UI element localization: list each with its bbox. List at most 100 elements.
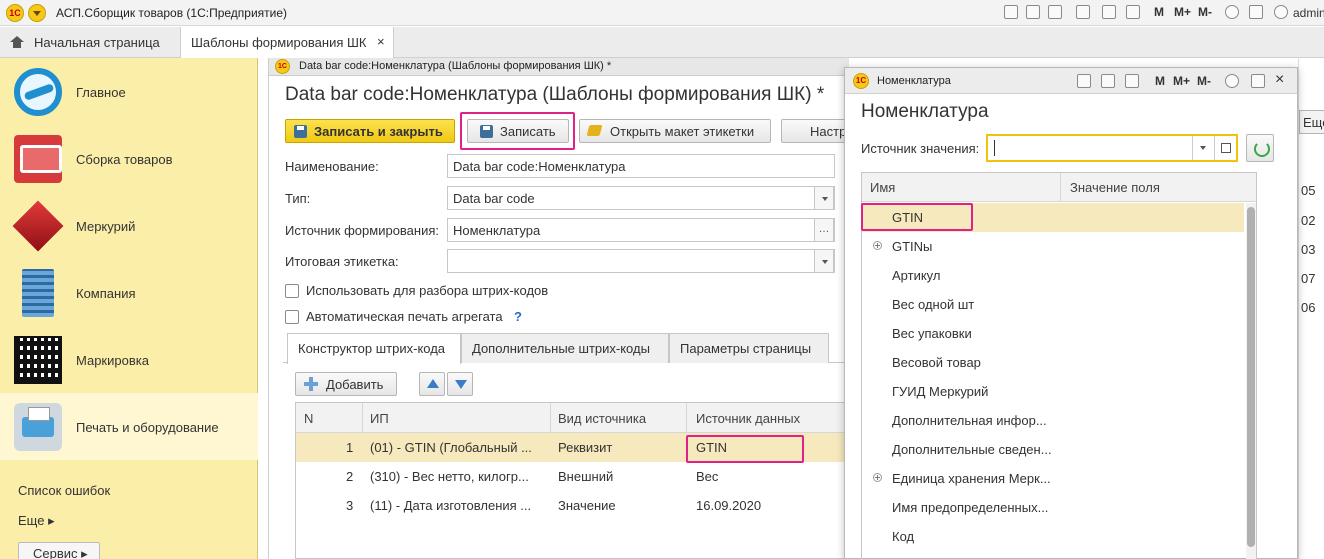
column-header-field-value[interactable]: Значение поля <box>1070 180 1160 195</box>
restore-window-icon[interactable] <box>1249 5 1263 19</box>
move-down-button[interactable] <box>447 372 473 396</box>
memory-m-button[interactable]: M <box>1154 5 1164 19</box>
dropdown-button[interactable] <box>814 186 834 210</box>
parse-barcodes-label: Использовать для разбора штрих-кодов <box>306 283 549 298</box>
memory-minus-button[interactable]: M- <box>1198 5 1212 19</box>
memory-m-button[interactable]: M <box>1155 74 1165 88</box>
main-menu-icon[interactable] <box>28 4 46 22</box>
sidebar-item-company[interactable]: Компания <box>0 259 258 326</box>
cell-n: 1 <box>346 440 354 455</box>
field-name: Весовой товар <box>892 355 981 370</box>
value-source-input[interactable] <box>986 134 1238 162</box>
cart-icon <box>14 135 62 183</box>
table-row[interactable]: 3 (11) - Дата изготовления ... Значение … <box>296 491 850 520</box>
list-item[interactable]: GTINы <box>862 232 1244 261</box>
expand-icon[interactable] <box>873 473 882 482</box>
list-item[interactable]: Код <box>862 522 1244 551</box>
memory-plus-button[interactable]: M+ <box>1173 74 1190 88</box>
table-row[interactable]: 2 (310) - Вес нетто, килогр... Внешний В… <box>296 462 850 491</box>
list-item: 02 <box>1301 213 1316 228</box>
close-icon[interactable]: × <box>377 34 385 49</box>
sidebar-item-marking[interactable]: Маркировка <box>0 326 258 393</box>
scrollbar-thumb[interactable] <box>1247 207 1255 547</box>
cell-source-kind: Внешний <box>558 469 614 484</box>
sidebar-item-main[interactable]: Главное <box>0 58 258 125</box>
list-item[interactable]: ГУИД Меркурий <box>862 377 1244 406</box>
calculator-icon[interactable] <box>1101 74 1115 88</box>
dropdown-button[interactable] <box>1192 136 1214 160</box>
name-field[interactable]: Data bar code:Номенклатура <box>447 154 835 178</box>
field-name: Имя предопределенных... <box>892 500 1049 515</box>
sidebar-more-link[interactable]: Еще ▸ <box>18 513 55 529</box>
dropdown-button[interactable] <box>814 249 834 273</box>
close-icon[interactable]: × <box>1275 71 1284 89</box>
final-label-field[interactable] <box>447 249 835 273</box>
save-icon[interactable] <box>1026 5 1040 19</box>
list-item[interactable]: Имя предопределенных... <box>862 493 1244 522</box>
select-button[interactable]: … <box>814 218 834 242</box>
source-field[interactable]: Номенклатура … <box>447 218 835 242</box>
service-button[interactable]: Сервис ▸ <box>18 542 100 559</box>
parse-barcodes-checkbox[interactable] <box>285 284 299 298</box>
list-item[interactable]: Дополнительные сведен... <box>862 435 1244 464</box>
background-list: Еще 05 02 03 07 06 <box>1298 58 1324 559</box>
upload-icon[interactable] <box>1076 5 1090 19</box>
maximize-icon[interactable] <box>1251 74 1265 88</box>
memory-plus-button[interactable]: M+ <box>1174 5 1191 19</box>
refresh-button[interactable] <box>1246 134 1274 162</box>
sidebar-item-label: Меркурий <box>76 219 136 234</box>
calendar-icon[interactable] <box>1125 74 1139 88</box>
column-header-source-kind[interactable]: Вид источника <box>558 411 646 426</box>
column-header-name[interactable]: Имя <box>870 180 895 195</box>
nomenclature-dialog: 1С Номенклатура M M+ M- × Номенклатура И… <box>844 67 1298 559</box>
help-icon[interactable]: ? <box>514 309 522 324</box>
tab-barcode-constructor[interactable]: Конструктор штрих-кода <box>287 333 461 364</box>
highlight-frame <box>686 435 804 463</box>
cell-ip: (01) - GTIN (Глобальный ... <box>370 440 532 455</box>
save-and-close-button[interactable]: Записать и закрыть <box>285 119 455 143</box>
cell-ip: (310) - Вес нетто, килогр... <box>370 469 529 484</box>
column-header-n[interactable]: N <box>304 411 313 426</box>
error-list-link[interactable]: Список ошибок <box>18 483 110 498</box>
app-title: АСП.Сборщик товаров (1С:Предприятие) <box>56 6 288 20</box>
tab-barcode-templates[interactable]: Шаблоны формирования ШК × <box>180 27 394 58</box>
autoprint-checkbox[interactable] <box>285 310 299 324</box>
tab-page-parameters[interactable]: Параметры страницы <box>669 333 829 363</box>
list-item[interactable]: Артикул <box>862 261 1244 290</box>
user-name[interactable]: admin <box>1293 6 1324 20</box>
zoom-icon[interactable] <box>1225 5 1239 19</box>
add-button[interactable]: Добавить <box>295 372 397 396</box>
calendar-icon[interactable] <box>1126 5 1140 19</box>
list-item[interactable]: Вес упаковки <box>862 319 1244 348</box>
attach-icon[interactable] <box>1048 5 1062 19</box>
app-title-bar: 1С АСП.Сборщик товаров (1С:Предприятие) … <box>0 0 1324 26</box>
tab-home[interactable]: Начальная страница <box>34 35 160 50</box>
user-icon[interactable] <box>1274 5 1288 19</box>
move-up-button[interactable] <box>419 372 445 396</box>
print-icon[interactable] <box>1077 74 1091 88</box>
sidebar: Главное Сборка товаров Меркурий Компания… <box>0 58 258 559</box>
column-header-ip[interactable]: ИП <box>370 411 389 426</box>
calculator-icon[interactable] <box>1102 5 1116 19</box>
source-value: Номенклатура <box>453 223 541 238</box>
home-icon[interactable] <box>10 36 24 48</box>
print-icon[interactable] <box>1004 5 1018 19</box>
list-item[interactable]: Дополнительная инфор... <box>862 406 1244 435</box>
list-item[interactable]: Весовой товар <box>862 348 1244 377</box>
expand-icon[interactable] <box>873 241 882 250</box>
tab-additional-barcodes[interactable]: Дополнительные штрих-коды <box>461 333 669 363</box>
sidebar-item-mercury[interactable]: Меркурий <box>0 192 258 259</box>
type-field[interactable]: Data bar code <box>447 186 835 210</box>
memory-minus-button[interactable]: M- <box>1197 74 1211 88</box>
sidebar-item-printing[interactable]: Печать и оборудование <box>0 393 258 460</box>
cell-data-source: Вес <box>696 469 719 484</box>
open-icon[interactable] <box>1214 136 1236 160</box>
list-item[interactable]: Единица хранения Мерк... <box>862 464 1244 493</box>
column-header-data-source[interactable]: Источник данных <box>696 411 800 426</box>
more-button[interactable]: Еще <box>1299 110 1324 134</box>
scrollbar[interactable] <box>1246 203 1256 559</box>
zoom-icon[interactable] <box>1225 74 1239 88</box>
open-label-template-button[interactable]: Открыть макет этикетки <box>579 119 771 143</box>
list-item[interactable]: Вес одной шт <box>862 290 1244 319</box>
sidebar-item-assembly[interactable]: Сборка товаров <box>0 125 258 192</box>
